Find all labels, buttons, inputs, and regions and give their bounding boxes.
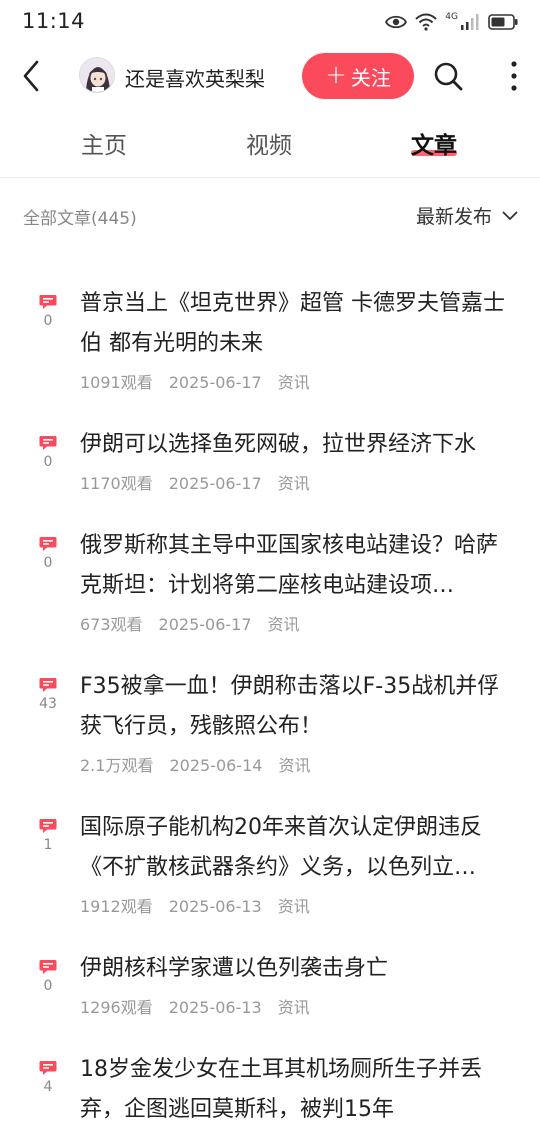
article-title[interactable]: 18岁金发少女在土耳其机场厕所生子并丢弃，企图逃回莫斯科，被判15年: [80, 1050, 516, 1122]
publish-date: 2025-06-13: [168, 998, 262, 1017]
category-tag: 资讯: [277, 373, 310, 392]
status-bar: 11:14 4G: [0, 0, 540, 44]
comment-icon: [39, 960, 57, 974]
comment-icon: [39, 678, 57, 692]
status-icons: 4G: [385, 12, 518, 32]
network-type-label: 4G: [445, 12, 458, 22]
comment-count: 0: [43, 454, 53, 470]
tab-video[interactable]: 视频: [246, 126, 292, 160]
comment-indicator: 0: [38, 435, 58, 470]
wifi-icon: [415, 13, 438, 31]
view-count: 1912观看: [80, 897, 153, 916]
view-count: 1170观看: [80, 474, 153, 493]
category-tag: 资讯: [267, 615, 300, 634]
status-time: 11:14: [22, 9, 86, 33]
article-meta: 1912观看 2025-06-13 资讯: [80, 893, 326, 917]
nav-bar: 还是喜欢英梨梨 + 关注: [0, 44, 540, 108]
avatar-image-icon: [80, 58, 114, 92]
eye-icon: [385, 15, 408, 29]
follow-label: 关注: [350, 65, 391, 90]
all-articles-count: 全部文章(445): [23, 209, 137, 229]
avatar[interactable]: [79, 57, 115, 93]
tab-home[interactable]: 主页: [81, 126, 127, 160]
article-list: 0 普京当上《坦克世界》超管 卡德罗夫管嘉士伯 都有光明的未来 1091观看 20…: [0, 270, 540, 1122]
back-button[interactable]: [14, 58, 50, 94]
article-meta: 2.1万观看 2025-06-14 资讯: [80, 752, 326, 776]
article-title[interactable]: 俄罗斯称其主导中亚国家核电站建设？哈萨克斯坦：计划将第二座核电站建设项…: [80, 526, 516, 606]
battery-icon: [488, 14, 518, 30]
comment-icon: [39, 537, 57, 551]
category-tag: 资讯: [277, 897, 310, 916]
category-tag: 资讯: [277, 998, 310, 1017]
comment-count: 0: [43, 978, 53, 994]
article-item[interactable]: 0 伊朗可以选择鱼死网破，拉世界经济下水 1170观看 2025-06-17 资讯: [0, 411, 540, 512]
sort-label: 最新发布: [415, 206, 492, 228]
view-count: 1296观看: [80, 998, 153, 1017]
article-meta: 1296观看 2025-06-13 资讯: [80, 994, 326, 1018]
search-button[interactable]: [430, 58, 466, 94]
comment-icon: [39, 819, 57, 833]
plus-icon: +: [325, 60, 347, 90]
article-meta: 1091观看 2025-06-17 资讯: [80, 369, 326, 393]
publish-date: 2025-06-17: [158, 615, 252, 634]
article-title[interactable]: 伊朗核科学家遭以色列袭击身亡: [80, 949, 516, 989]
comment-icon: [39, 1061, 57, 1075]
article-item[interactable]: 0 普京当上《坦克世界》超管 卡德罗夫管嘉士伯 都有光明的未来 1091观看 20…: [0, 270, 540, 411]
comment-indicator: 4: [38, 1060, 58, 1095]
chevron-left-icon: [23, 60, 39, 92]
article-item[interactable]: 4 18岁金发少女在土耳其机场厕所生子并丢弃，企图逃回莫斯科，被判15年: [0, 1036, 540, 1122]
publish-date: 2025-06-17: [168, 474, 262, 493]
more-button[interactable]: [500, 58, 528, 94]
comment-icon: [39, 295, 57, 309]
article-title[interactable]: F35被拿一血！伊朗称击落以F-35战机并俘获飞行员，残骸照公布！: [80, 667, 516, 747]
view-count: 673观看: [80, 615, 143, 634]
comment-indicator: 0: [38, 959, 58, 994]
tab-articles[interactable]: 文章: [411, 126, 457, 160]
comment-indicator: 0: [38, 294, 58, 329]
comment-count: 0: [43, 555, 53, 571]
view-count: 1091观看: [80, 373, 153, 392]
account-name[interactable]: 还是喜欢英梨梨: [125, 63, 265, 92]
article-item[interactable]: 1 国际原子能机构20年来首次认定伊朗违反《不扩散核武器条约》义务，以色列立… …: [0, 794, 540, 935]
signal-icon: [461, 14, 479, 30]
comment-indicator: 1: [38, 818, 58, 853]
publish-date: 2025-06-14: [169, 756, 263, 775]
comment-count: 43: [39, 696, 57, 712]
chevron-down-icon: [502, 211, 518, 220]
article-title[interactable]: 国际原子能机构20年来首次认定伊朗违反《不扩散核武器条约》义务，以色列立…: [80, 808, 516, 888]
comment-count: 1: [43, 837, 53, 853]
follow-button[interactable]: + 关注: [302, 53, 414, 99]
profile-tabs: 主页 视频 文章: [0, 108, 540, 178]
comment-icon: [39, 436, 57, 450]
sort-dropdown[interactable]: 最新发布: [416, 202, 518, 229]
comment-count: 0: [43, 313, 53, 329]
category-tag: 资讯: [277, 474, 310, 493]
article-item[interactable]: 0 伊朗核科学家遭以色列袭击身亡 1296观看 2025-06-13 资讯: [0, 935, 540, 1036]
filter-row: 全部文章(445) 最新发布: [0, 178, 540, 250]
publish-date: 2025-06-17: [168, 373, 262, 392]
publish-date: 2025-06-13: [168, 897, 262, 916]
article-title[interactable]: 伊朗可以选择鱼死网破，拉世界经济下水: [80, 425, 516, 465]
article-meta: 1170观看 2025-06-17 资讯: [80, 470, 326, 494]
article-title[interactable]: 普京当上《坦克世界》超管 卡德罗夫管嘉士伯 都有光明的未来: [80, 284, 516, 364]
view-count: 2.1万观看: [80, 756, 154, 775]
article-item[interactable]: 0 俄罗斯称其主导中亚国家核电站建设？哈萨克斯坦：计划将第二座核电站建设项… 6…: [0, 512, 540, 653]
comment-count: 4: [43, 1079, 53, 1095]
comment-indicator: 0: [38, 536, 58, 571]
search-icon: [434, 62, 463, 91]
article-item[interactable]: 43 F35被拿一血！伊朗称击落以F-35战机并俘获飞行员，残骸照公布！ 2.1…: [0, 653, 540, 794]
article-meta: 673观看 2025-06-17 资讯: [80, 611, 316, 635]
comment-indicator: 43: [38, 677, 58, 712]
more-vertical-icon: [511, 61, 517, 91]
category-tag: 资讯: [278, 756, 311, 775]
